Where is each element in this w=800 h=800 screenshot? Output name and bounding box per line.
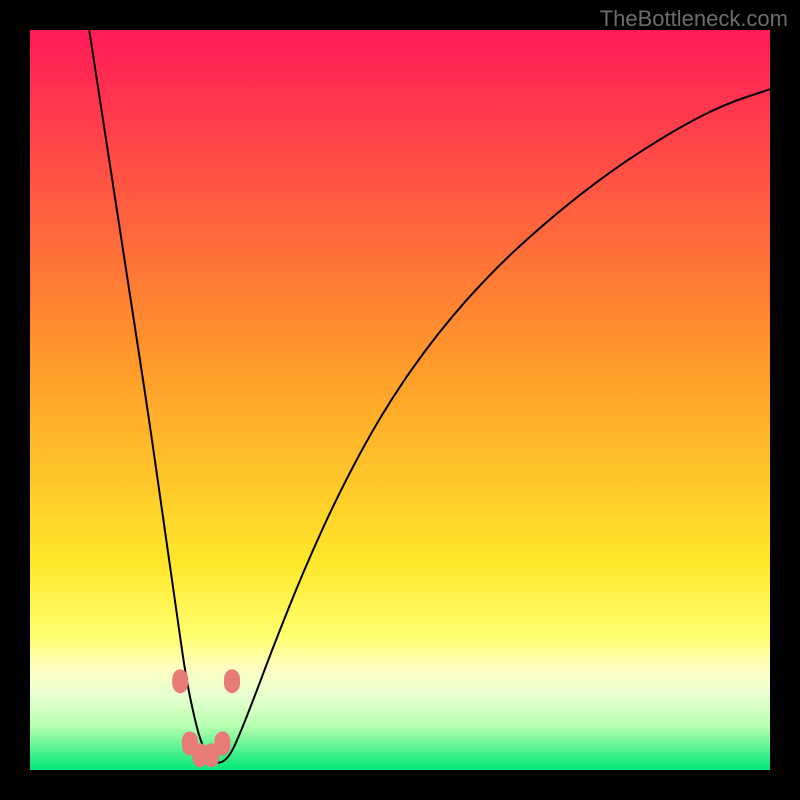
curve-marker	[214, 731, 230, 755]
bottleneck-chart	[30, 30, 770, 770]
curve-marker	[224, 669, 240, 693]
curve-marker	[172, 669, 188, 693]
watermark-text: TheBottleneck.com	[600, 6, 788, 32]
chart-container	[30, 30, 770, 770]
